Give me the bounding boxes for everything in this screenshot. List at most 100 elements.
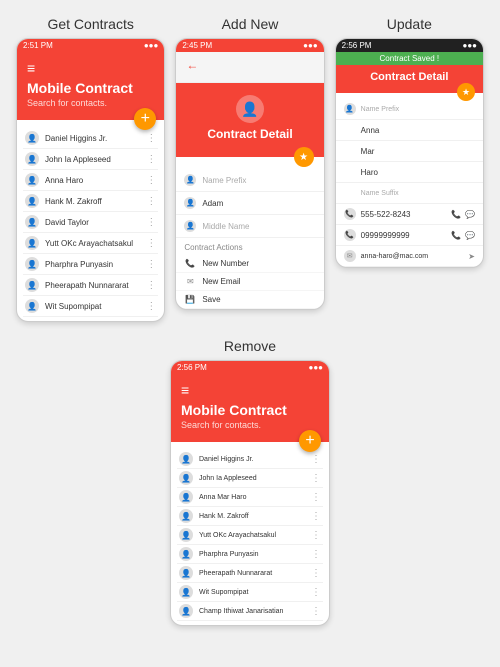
contact-name: Daniel Higgins Jr. <box>199 456 311 463</box>
list-item[interactable]: 👤 Pheerapath Nunnararat ⋮ <box>177 564 323 583</box>
list-item[interactable]: 👤 Champ Ithiwat Janarisatian ⋮ <box>177 602 323 621</box>
detail-screen-title: Contract Detail <box>207 127 292 141</box>
avatar-icon: 👤 <box>179 490 193 504</box>
more-dots[interactable]: ⋮ <box>146 259 156 270</box>
more-dots[interactable]: ⋮ <box>146 217 156 228</box>
middle-name-val: Mar <box>361 147 375 156</box>
more-dots[interactable]: ⋮ <box>146 133 156 144</box>
list-item[interactable]: 👤 David Taylor ⋮ <box>23 212 158 233</box>
email-icon: ✉ <box>344 250 356 262</box>
avatar-icon: 👤 <box>179 604 193 618</box>
app-header-4: ≡ Mobile Contract Search for contacts. + <box>171 374 329 442</box>
more-dots[interactable]: ⋮ <box>311 473 321 484</box>
more-dots[interactable]: ⋮ <box>311 511 321 522</box>
list-item[interactable]: 👤 Anna Haro ⋮ <box>23 170 158 191</box>
name-suffix-update[interactable]: 👤 Name Suffix <box>336 183 483 204</box>
save-icon: 💾 <box>184 295 196 304</box>
contact-list-1: 👤 Daniel Higgins Jr. ⋮ 👤 John Ia Applese… <box>17 120 164 321</box>
msg-icon-1[interactable]: 💬 <box>465 210 475 219</box>
avatar-icon: 👤 <box>25 257 39 271</box>
more-dots[interactable]: ⋮ <box>146 154 156 165</box>
get-contracts-phone: 2:51 PM ●●● ≡ Mobile Contract Search for… <box>16 38 165 322</box>
signal-4: ●●● <box>309 363 324 372</box>
more-dots[interactable]: ⋮ <box>311 492 321 503</box>
back-button[interactable]: ← <box>186 58 198 72</box>
first-name-val: Anna <box>361 126 380 135</box>
phone-row-1[interactable]: 📞 555-522-8243 📞 💬 <box>336 204 483 225</box>
more-dots[interactable]: ⋮ <box>311 549 321 560</box>
email-value: anna-haro@mac.com <box>361 253 428 260</box>
email-actions: ➤ <box>468 252 475 261</box>
more-dots[interactable]: ⋮ <box>311 587 321 598</box>
list-item[interactable]: 👤 Wit Supompipat ⋮ <box>23 296 158 317</box>
avatar-icon: 👤 <box>25 131 39 145</box>
avatar-person-icon: 👤 <box>241 101 258 118</box>
more-dots[interactable]: ⋮ <box>146 238 156 249</box>
contact-name: Hank M. Zakroff <box>199 513 311 520</box>
avatar-section: 👤 Contract Detail ★ <box>176 83 323 157</box>
contact-name: Yutt OKc Arayachatsakul <box>199 532 311 539</box>
more-dots[interactable]: ⋮ <box>311 606 321 617</box>
actions-title: Contract Actions <box>176 238 323 255</box>
middle-name-placeholder: Middle Name <box>202 222 249 231</box>
phone-row-2[interactable]: 📞 09999999999 📞 💬 <box>336 225 483 246</box>
contact-name: Wit Supompipat <box>45 302 146 311</box>
avatar-icon: 👤 <box>179 566 193 580</box>
middle-name-field[interactable]: 👤 Middle Name <box>176 215 323 238</box>
name-prefix-update[interactable]: 👤 Name Prefix <box>336 99 483 120</box>
msg-icon-2[interactable]: 💬 <box>465 231 475 240</box>
menu-icon-1[interactable]: ≡ <box>27 60 154 76</box>
name-prefix-field[interactable]: 👤 Name Prefix <box>176 169 323 192</box>
more-dots[interactable]: ⋮ <box>146 175 156 186</box>
list-item[interactable]: 👤 Daniel Higgins Jr. ⋮ <box>177 450 323 469</box>
time-2: 2:45 PM <box>182 41 212 50</box>
list-item[interactable]: 👤 Wit Supompipat ⋮ <box>177 583 323 602</box>
list-item[interactable]: 👤 Yutt OKc Arayachatsakul ⋮ <box>23 233 158 254</box>
middle-name-update[interactable]: 👤 Mar <box>336 141 483 162</box>
avatar-icon: 👤 <box>179 528 193 542</box>
fab-add-4[interactable]: + <box>299 430 321 452</box>
list-item[interactable]: 👤 Yutt OKc Arayachatsakul ⋮ <box>177 526 323 545</box>
list-item[interactable]: 👤 Hank M. Zakroff ⋮ <box>177 507 323 526</box>
avatar-icon: 👤 <box>25 215 39 229</box>
call-icon-2[interactable]: 📞 <box>451 231 461 240</box>
list-item[interactable]: 👤 Hank M. Zakroff ⋮ <box>23 191 158 212</box>
person-icon: 👤 <box>184 197 196 209</box>
email-row[interactable]: ✉ anna-haro@mac.com ➤ <box>336 246 483 267</box>
update-header: Contract Detail ★ <box>336 65 483 93</box>
list-item[interactable]: 👤 Pharphra Punyasin ⋮ <box>177 545 323 564</box>
avatar-icon: 👤 <box>25 278 39 292</box>
star-badge-3[interactable]: ★ <box>457 83 475 101</box>
contact-name: Yutt OKc Arayachatsakul <box>45 239 146 248</box>
last-name-update[interactable]: 👤 Haro <box>336 162 483 183</box>
first-name-update[interactable]: 👤 Anna <box>336 120 483 141</box>
new-email-action[interactable]: ✉ New Email <box>176 273 323 291</box>
star-badge-2[interactable]: ★ <box>294 147 314 167</box>
more-dots[interactable]: ⋮ <box>311 568 321 579</box>
new-number-action[interactable]: 📞 New Number <box>176 255 323 273</box>
send-icon[interactable]: ➤ <box>468 252 475 261</box>
name-suffix-label: Name Suffix <box>361 190 399 197</box>
more-dots[interactable]: ⋮ <box>311 530 321 541</box>
list-item[interactable]: 👤 Daniel Higgins Jr. ⋮ <box>23 128 158 149</box>
list-item[interactable]: 👤 Pheerapath Nunnararat ⋮ <box>23 275 158 296</box>
more-dots[interactable]: ⋮ <box>146 301 156 312</box>
menu-icon-4[interactable]: ≡ <box>181 382 319 398</box>
first-name-field[interactable]: 👤 Adam <box>176 192 323 215</box>
time-3: 2:56 PM <box>342 41 372 50</box>
list-item[interactable]: 👤 John Ia Appleseed ⋮ <box>23 149 158 170</box>
list-item[interactable]: 👤 John Ia Appleseed ⋮ <box>177 469 323 488</box>
list-item[interactable]: 👤 Anna Mar Haro ⋮ <box>177 488 323 507</box>
more-dots[interactable]: ⋮ <box>146 196 156 207</box>
save-label: Save <box>202 295 220 304</box>
more-dots[interactable]: ⋮ <box>311 454 321 465</box>
phone-icon: 📞 <box>184 259 196 268</box>
name-prefix-label: Name Prefix <box>361 106 400 113</box>
save-action[interactable]: 💾 Save <box>176 291 323 309</box>
remove-title: Remove <box>170 338 330 354</box>
last-name-val: Haro <box>361 168 378 177</box>
list-item[interactable]: 👤 Pharphra Punyasin ⋮ <box>23 254 158 275</box>
call-icon-1[interactable]: 📞 <box>451 210 461 219</box>
get-contracts-title: Get Contracts <box>16 16 165 32</box>
more-dots[interactable]: ⋮ <box>146 280 156 291</box>
